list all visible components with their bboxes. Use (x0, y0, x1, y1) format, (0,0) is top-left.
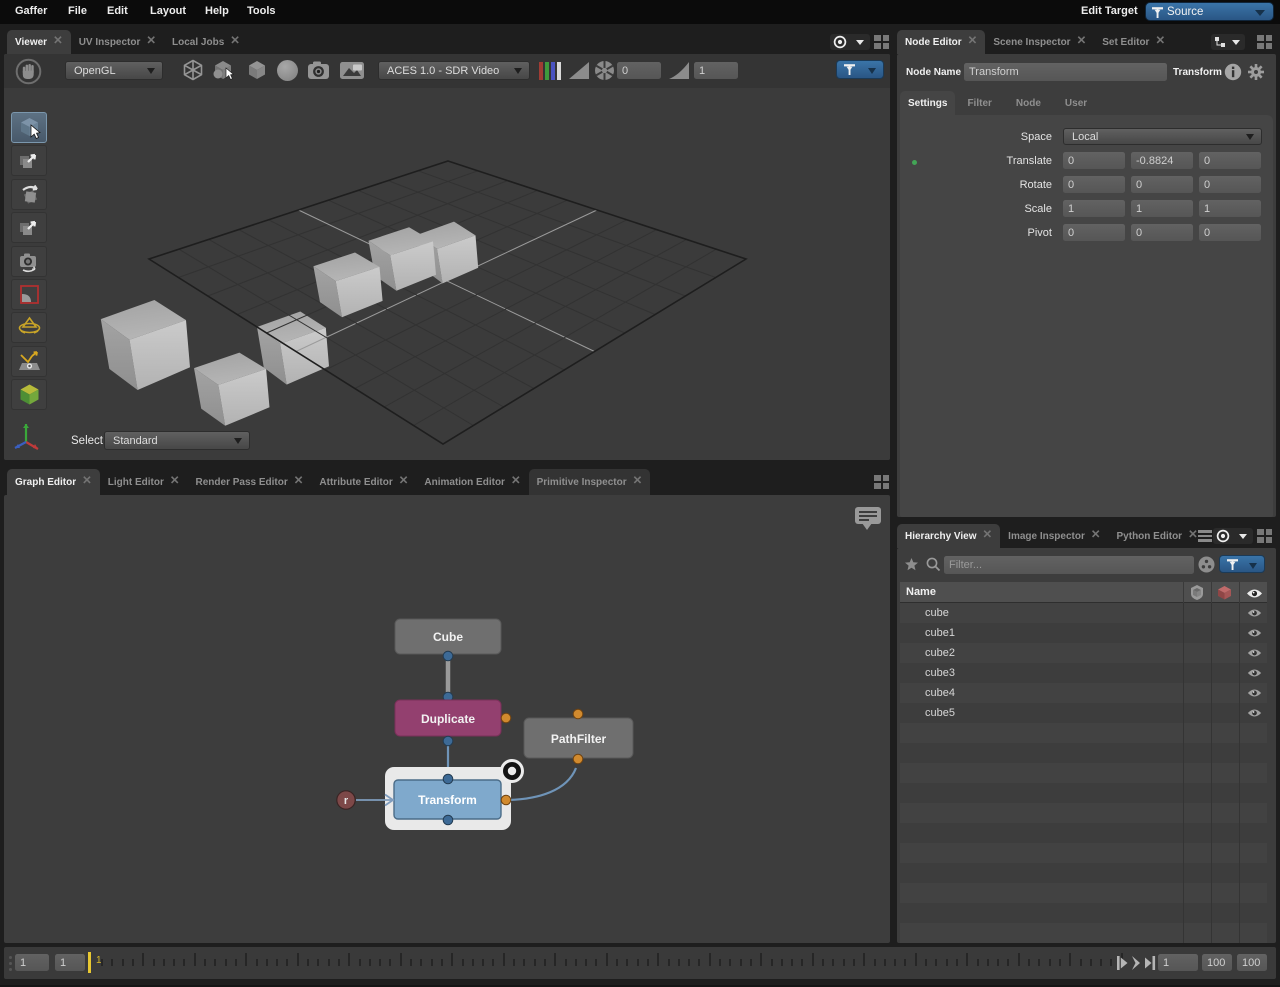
svg-text:Cube: Cube (433, 630, 463, 644)
svg-text:r: r (344, 795, 349, 807)
svg-text:Duplicate: Duplicate (421, 712, 475, 726)
svg-text:Transform: Transform (418, 793, 477, 807)
svg-text:PathFilter: PathFilter (551, 732, 607, 746)
